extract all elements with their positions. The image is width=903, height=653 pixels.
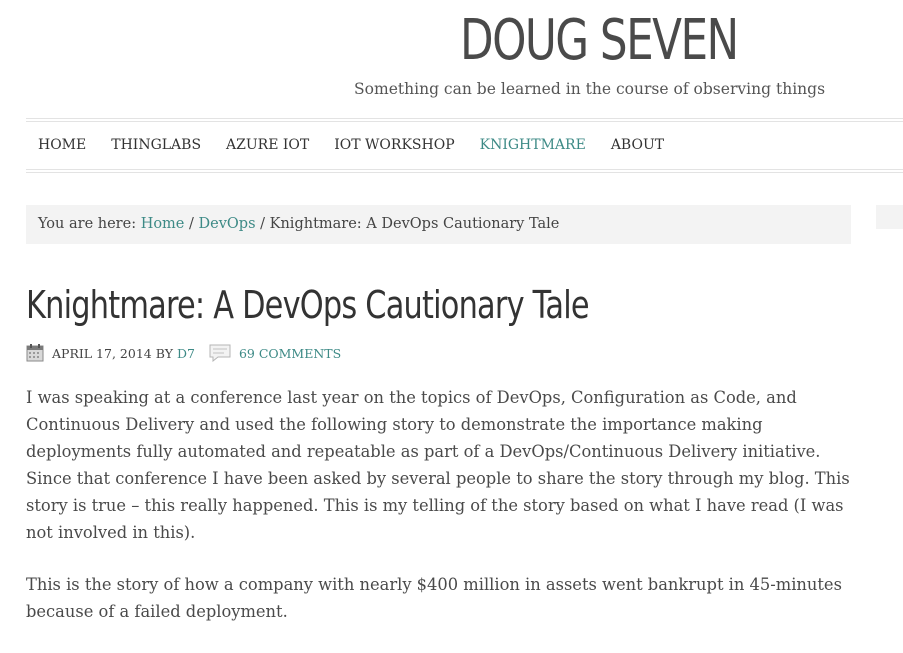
breadcrumb: You are here: Home / DevOps / Knightmare… xyxy=(26,205,851,244)
nav-item-knightmare[interactable]: KNIGHTMARE xyxy=(480,137,586,153)
post-date: APRIL 17, 2014 xyxy=(52,345,152,361)
comment-bubble-icon xyxy=(209,344,231,362)
breadcrumb-separator: / xyxy=(189,216,194,232)
nav-item-home[interactable]: HOME xyxy=(38,137,86,153)
nav-item-thinglabs[interactable]: THINGLABS xyxy=(111,137,201,153)
calendar-icon xyxy=(26,344,44,362)
breadcrumb-separator: / xyxy=(260,216,266,232)
sidebar-search-box[interactable] xyxy=(876,205,903,229)
post-paragraph: This is the story of how a company with … xyxy=(26,575,842,621)
breadcrumb-home-link[interactable]: Home xyxy=(141,216,185,232)
nav-item-iot-workshop[interactable]: IOT WORKSHOP xyxy=(334,137,454,153)
post-author-link[interactable]: D7 xyxy=(177,346,195,361)
post-paragraph: I was speaking at a conference last year… xyxy=(26,388,850,542)
breadcrumb-current: Knightmare: A DevOps Cautionary Tale xyxy=(269,216,560,232)
nav-item-about[interactable]: ABOUT xyxy=(611,137,664,153)
post-title[interactable]: Knightmare: A DevOps Cautionary Tale xyxy=(26,280,590,330)
post-comments-link[interactable]: 69 COMMENTS xyxy=(239,346,341,361)
nav-item-azure-iot[interactable]: AZURE IOT xyxy=(226,137,309,153)
site-description: Something can be learned in the course o… xyxy=(354,79,826,98)
breadcrumb-prefix: You are here: xyxy=(38,216,137,232)
post-by: BY xyxy=(155,345,173,361)
nav-bottom-border-inner xyxy=(26,172,903,173)
main-nav: HOME THINGLABS AZURE IOT IOT WORKSHOP KN… xyxy=(26,122,903,168)
breadcrumb-category-link[interactable]: DevOps xyxy=(199,216,256,232)
post-meta: APRIL 17, 2014 BY D7 69 COMMENTS xyxy=(26,343,341,363)
nav-bottom-border xyxy=(26,169,903,170)
nav-top-border xyxy=(26,118,903,119)
site-title[interactable]: DOUG SEVEN xyxy=(460,6,739,76)
